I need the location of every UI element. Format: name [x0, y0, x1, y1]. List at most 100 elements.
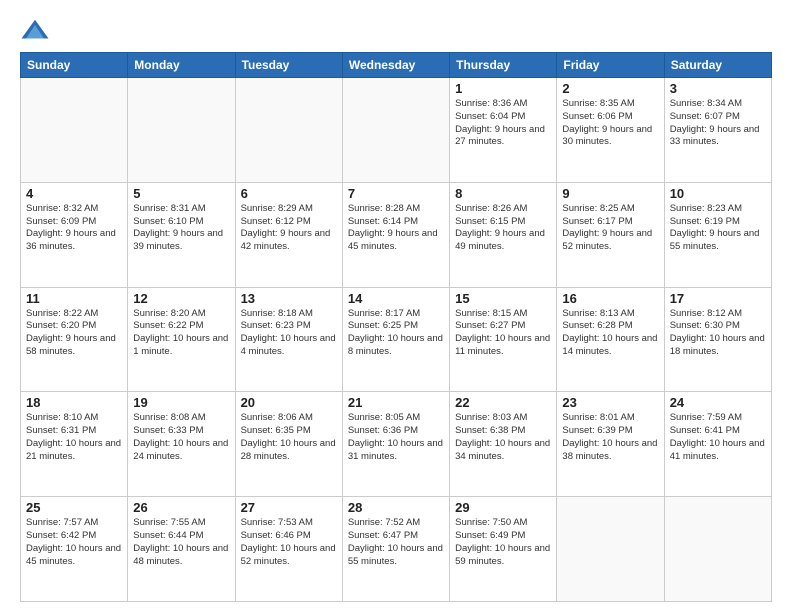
col-header-saturday: Saturday [664, 53, 771, 78]
day-info: Sunrise: 8:35 AM Sunset: 6:06 PM Dayligh… [562, 98, 658, 149]
day-number: 26 [133, 500, 229, 515]
calendar-cell: 14 Sunrise: 8:17 AM Sunset: 6:25 PM Dayli… [342, 287, 449, 392]
col-header-monday: Monday [128, 53, 235, 78]
day-number: 16 [562, 291, 658, 306]
day-info: Sunrise: 8:23 AM Sunset: 6:19 PM Dayligh… [670, 203, 766, 254]
calendar-cell: 21 Sunrise: 8:05 AM Sunset: 6:36 PM Dayli… [342, 392, 449, 497]
week-row-2: 4 Sunrise: 8:32 AM Sunset: 6:09 PM Daylig… [21, 182, 772, 287]
day-number: 27 [241, 500, 337, 515]
day-info: Sunrise: 8:20 AM Sunset: 6:22 PM Dayligh… [133, 308, 229, 359]
day-number: 22 [455, 395, 551, 410]
day-number: 15 [455, 291, 551, 306]
day-number: 14 [348, 291, 444, 306]
week-row-1: 1 Sunrise: 8:36 AM Sunset: 6:04 PM Daylig… [21, 78, 772, 183]
day-number: 23 [562, 395, 658, 410]
day-info: Sunrise: 8:17 AM Sunset: 6:25 PM Dayligh… [348, 308, 444, 359]
calendar-cell: 1 Sunrise: 8:36 AM Sunset: 6:04 PM Daylig… [450, 78, 557, 183]
calendar-body: 1 Sunrise: 8:36 AM Sunset: 6:04 PM Daylig… [21, 78, 772, 602]
day-info: Sunrise: 7:55 AM Sunset: 6:44 PM Dayligh… [133, 517, 229, 568]
header [20, 16, 772, 46]
day-info: Sunrise: 8:32 AM Sunset: 6:09 PM Dayligh… [26, 203, 122, 254]
day-number: 28 [348, 500, 444, 515]
day-number: 25 [26, 500, 122, 515]
day-number: 9 [562, 186, 658, 201]
col-header-tuesday: Tuesday [235, 53, 342, 78]
day-number: 20 [241, 395, 337, 410]
calendar-cell [235, 78, 342, 183]
calendar-cell [664, 497, 771, 602]
day-number: 6 [241, 186, 337, 201]
calendar-cell: 7 Sunrise: 8:28 AM Sunset: 6:14 PM Daylig… [342, 182, 449, 287]
day-info: Sunrise: 8:36 AM Sunset: 6:04 PM Dayligh… [455, 98, 551, 149]
logo [20, 16, 54, 46]
day-info: Sunrise: 8:29 AM Sunset: 6:12 PM Dayligh… [241, 203, 337, 254]
col-header-sunday: Sunday [21, 53, 128, 78]
calendar-cell: 4 Sunrise: 8:32 AM Sunset: 6:09 PM Daylig… [21, 182, 128, 287]
day-info: Sunrise: 8:15 AM Sunset: 6:27 PM Dayligh… [455, 308, 551, 359]
day-number: 17 [670, 291, 766, 306]
calendar-cell: 6 Sunrise: 8:29 AM Sunset: 6:12 PM Daylig… [235, 182, 342, 287]
calendar-cell: 13Sunrise: 8:18 AM Sunset: 6:23 PM Dayli… [235, 287, 342, 392]
day-info: Sunrise: 8:22 AM Sunset: 6:20 PM Dayligh… [26, 308, 122, 359]
day-number: 29 [455, 500, 551, 515]
calendar-cell: 22 Sunrise: 8:03 AM Sunset: 6:38 PM Dayli… [450, 392, 557, 497]
day-info: Sunrise: 8:31 AM Sunset: 6:10 PM Dayligh… [133, 203, 229, 254]
calendar-cell: 26 Sunrise: 7:55 AM Sunset: 6:44 PM Dayli… [128, 497, 235, 602]
calendar-cell [21, 78, 128, 183]
logo-icon [20, 16, 50, 46]
calendar-cell [128, 78, 235, 183]
col-header-thursday: Thursday [450, 53, 557, 78]
day-number: 3 [670, 81, 766, 96]
calendar-cell: 24Sunrise: 7:59 AM Sunset: 6:41 PM Dayli… [664, 392, 771, 497]
day-number: 7 [348, 186, 444, 201]
calendar-cell: 5 Sunrise: 8:31 AM Sunset: 6:10 PM Daylig… [128, 182, 235, 287]
day-number: 18 [26, 395, 122, 410]
calendar-cell: 8Sunrise: 8:26 AM Sunset: 6:15 PM Daylig… [450, 182, 557, 287]
day-info: Sunrise: 8:05 AM Sunset: 6:36 PM Dayligh… [348, 412, 444, 463]
calendar-cell: 23Sunrise: 8:01 AM Sunset: 6:39 PM Dayli… [557, 392, 664, 497]
calendar-cell: 20Sunrise: 8:06 AM Sunset: 6:35 PM Dayli… [235, 392, 342, 497]
calendar-cell: 29Sunrise: 7:50 AM Sunset: 6:49 PM Dayli… [450, 497, 557, 602]
calendar-cell: 18 Sunrise: 8:10 AM Sunset: 6:31 PM Dayli… [21, 392, 128, 497]
col-header-friday: Friday [557, 53, 664, 78]
calendar-cell: 3 Sunrise: 8:34 AM Sunset: 6:07 PM Daylig… [664, 78, 771, 183]
calendar-cell: 9Sunrise: 8:25 AM Sunset: 6:17 PM Daylig… [557, 182, 664, 287]
day-info: Sunrise: 7:52 AM Sunset: 6:47 PM Dayligh… [348, 517, 444, 568]
calendar-cell: 17 Sunrise: 8:12 AM Sunset: 6:30 PM Dayli… [664, 287, 771, 392]
calendar-cell: 15 Sunrise: 8:15 AM Sunset: 6:27 PM Dayli… [450, 287, 557, 392]
day-number: 1 [455, 81, 551, 96]
day-number: 10 [670, 186, 766, 201]
day-number: 4 [26, 186, 122, 201]
calendar-cell: 11 Sunrise: 8:22 AM Sunset: 6:20 PM Dayli… [21, 287, 128, 392]
calendar-cell: 16Sunrise: 8:13 AM Sunset: 6:28 PM Dayli… [557, 287, 664, 392]
calendar-cell: 12 Sunrise: 8:20 AM Sunset: 6:22 PM Dayli… [128, 287, 235, 392]
day-info: Sunrise: 8:10 AM Sunset: 6:31 PM Dayligh… [26, 412, 122, 463]
day-info: Sunrise: 8:03 AM Sunset: 6:38 PM Dayligh… [455, 412, 551, 463]
col-header-wednesday: Wednesday [342, 53, 449, 78]
day-number: 5 [133, 186, 229, 201]
day-number: 12 [133, 291, 229, 306]
day-number: 2 [562, 81, 658, 96]
day-info: Sunrise: 7:57 AM Sunset: 6:42 PM Dayligh… [26, 517, 122, 568]
calendar: SundayMondayTuesdayWednesdayThursdayFrid… [20, 52, 772, 602]
calendar-cell [342, 78, 449, 183]
day-info: Sunrise: 8:34 AM Sunset: 6:07 PM Dayligh… [670, 98, 766, 149]
day-number: 21 [348, 395, 444, 410]
calendar-cell: 10 Sunrise: 8:23 AM Sunset: 6:19 PM Dayli… [664, 182, 771, 287]
page: SundayMondayTuesdayWednesdayThursdayFrid… [0, 0, 792, 612]
week-row-4: 18 Sunrise: 8:10 AM Sunset: 6:31 PM Dayli… [21, 392, 772, 497]
calendar-cell: 2 Sunrise: 8:35 AM Sunset: 6:06 PM Daylig… [557, 78, 664, 183]
day-number: 13 [241, 291, 337, 306]
calendar-cell: 28 Sunrise: 7:52 AM Sunset: 6:47 PM Dayli… [342, 497, 449, 602]
calendar-cell: 25 Sunrise: 7:57 AM Sunset: 6:42 PM Dayli… [21, 497, 128, 602]
day-info: Sunrise: 8:26 AM Sunset: 6:15 PM Dayligh… [455, 203, 551, 254]
day-number: 11 [26, 291, 122, 306]
week-row-3: 11 Sunrise: 8:22 AM Sunset: 6:20 PM Dayli… [21, 287, 772, 392]
calendar-cell: 19Sunrise: 8:08 AM Sunset: 6:33 PM Dayli… [128, 392, 235, 497]
day-info: Sunrise: 8:12 AM Sunset: 6:30 PM Dayligh… [670, 308, 766, 359]
day-info: Sunrise: 8:28 AM Sunset: 6:14 PM Dayligh… [348, 203, 444, 254]
day-number: 24 [670, 395, 766, 410]
calendar-header-row: SundayMondayTuesdayWednesdayThursdayFrid… [21, 53, 772, 78]
calendar-cell: 27Sunrise: 7:53 AM Sunset: 6:46 PM Dayli… [235, 497, 342, 602]
calendar-cell [557, 497, 664, 602]
